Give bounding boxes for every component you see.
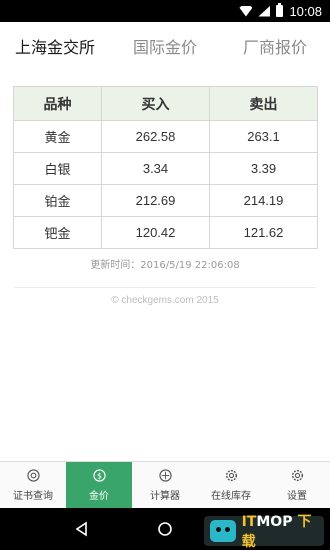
certificate-icon [26,469,40,483]
table-row: 黄金 262.58 263.1 [13,120,318,153]
nav-label: 在线库存 [211,490,251,502]
nav-label: 证书查询 [13,490,53,502]
top-tabs: 上海金交所 国际金价 厂商报价 [0,22,330,70]
nav-settings[interactable]: 设置 [264,462,330,508]
svg-text:$: $ [96,471,101,480]
row-name: 黄金 [13,120,102,153]
copyright: © checkgems.com 2015 [111,295,219,306]
watermark-logo: ITMOP 下载 [204,514,324,550]
nav-label: 设置 [287,490,307,502]
bottom-nav: 证书查询 $ 金价 计算器 在线库存 设置 [0,461,330,508]
status-time: 10:08 [289,3,322,19]
row-sell: 214.19 [209,184,318,217]
wifi-icon [239,5,253,17]
nav-online-inventory[interactable]: 在线库存 [198,462,264,508]
watermark-text: ITMOP 下载 [241,514,312,550]
divider [14,287,316,288]
nav-label: 金价 [89,490,109,502]
row-name: 铂金 [13,184,102,217]
header-buy: 买入 [101,86,210,121]
gear-icon [290,469,304,483]
header-variety: 品种 [13,86,102,121]
tab-manufacturer-quotes[interactable]: 厂商报价 [220,34,330,58]
row-buy: 212.69 [101,184,210,217]
row-sell: 3.39 [209,152,318,185]
row-name: 钯金 [13,216,102,249]
status-bar: 10:08 [0,0,330,22]
update-time: 更新时间：2016/5/19 22:06:08 [90,260,240,271]
row-buy: 3.34 [101,152,210,185]
row-sell: 121.62 [209,216,318,249]
nav-label: 计算器 [150,490,180,502]
gear-icon [224,469,238,483]
back-icon[interactable] [72,519,92,539]
table-row: 铂金 212.69 214.19 [13,184,318,217]
dollar-icon: $ [92,469,106,483]
price-table: 品种 买入 卖出 黄金 262.58 263.1 白银 3.34 3.39 铂金… [13,86,318,249]
table-row: 钯金 120.42 121.62 [13,216,318,249]
row-buy: 120.42 [101,216,210,249]
row-sell: 263.1 [209,120,318,153]
nav-calculator[interactable]: 计算器 [132,462,198,508]
nav-gold-price[interactable]: $ 金价 [66,462,132,508]
tab-international-gold-price[interactable]: 国际金价 [110,34,220,58]
row-buy: 262.58 [101,120,210,153]
table-row: 白银 3.34 3.39 [13,152,318,185]
header-sell: 卖出 [209,86,318,121]
mascot-icon [210,520,236,542]
row-name: 白银 [13,152,102,185]
table-header-row: 品种 买入 卖出 [13,86,318,121]
battery-icon [276,3,284,17]
signal-icon [258,5,271,17]
home-icon[interactable] [155,519,175,539]
tab-shanghai-gold-exchange[interactable]: 上海金交所 [0,34,110,58]
calculator-icon [158,469,172,483]
nav-certificate-query[interactable]: 证书查询 [0,462,66,508]
